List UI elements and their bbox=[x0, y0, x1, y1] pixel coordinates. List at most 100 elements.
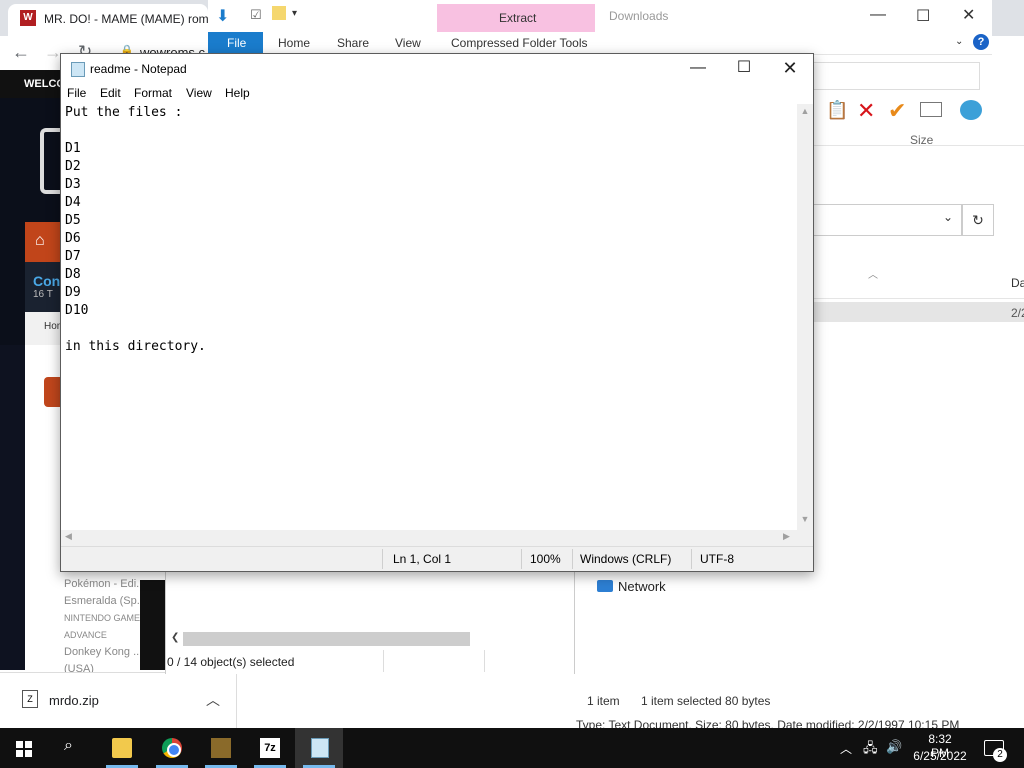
folder-icon[interactable] bbox=[272, 6, 286, 20]
info-icon[interactable] bbox=[920, 102, 942, 117]
minimize-icon[interactable]: — bbox=[675, 54, 721, 82]
start-button[interactable] bbox=[0, 728, 48, 768]
horizontal-scrollbar[interactable]: ◀ ▶ bbox=[61, 530, 797, 546]
notepad-text-area[interactable]: Put the files : D1 D2 D3 D4 D5 D6 D7 D8 … bbox=[61, 104, 797, 530]
related-item: NINTENDO GAME... bbox=[64, 613, 148, 623]
maximize-icon[interactable]: ☐ bbox=[916, 6, 930, 26]
explorer-search-box[interactable] bbox=[812, 62, 980, 90]
download-arrow-icon[interactable]: ⬇ bbox=[216, 6, 229, 26]
taskbar-dosbox[interactable] bbox=[197, 728, 245, 768]
site-favicon-icon: W bbox=[20, 10, 36, 26]
delete-icon[interactable]: ✕ bbox=[857, 98, 875, 124]
related-item[interactable]: Esmeralda (Sp... bbox=[64, 593, 148, 610]
status-item-count: 1 item bbox=[587, 694, 620, 708]
sort-ascending-icon: ︿ bbox=[868, 270, 878, 281]
scroll-left-icon[interactable]: ❮ bbox=[171, 632, 179, 643]
zip-file-icon: Z bbox=[22, 690, 38, 708]
network-tray-icon[interactable]: 🖧 bbox=[863, 739, 878, 761]
console-subtitle: 16 T bbox=[33, 289, 53, 300]
archive-toolbar: 📋 ✕ ✔ bbox=[812, 96, 992, 130]
menu-view[interactable]: View bbox=[186, 86, 212, 100]
taskbar-file-explorer[interactable] bbox=[98, 728, 146, 768]
explorer-window-title: Downloads bbox=[609, 9, 669, 23]
scroll-right-icon[interactable]: ▶ bbox=[783, 531, 790, 542]
status-divider bbox=[691, 549, 692, 569]
address-bar[interactable] bbox=[812, 204, 962, 236]
banner-text: WELCO bbox=[24, 78, 65, 90]
close-icon[interactable]: ✕ bbox=[962, 5, 975, 25]
file-explorer-icon bbox=[112, 738, 132, 758]
dosbox-icon bbox=[211, 738, 231, 758]
chevron-up-icon[interactable]: ︿ bbox=[206, 690, 220, 710]
related-item[interactable]: Donkey Kong ... bbox=[64, 644, 148, 661]
status-line-ending: Windows (CRLF) bbox=[580, 552, 672, 566]
help-icon[interactable]: ? bbox=[973, 34, 989, 50]
ribbon-tab-compressed-folder-tools[interactable]: Compressed Folder Tools bbox=[451, 36, 588, 50]
status-divider bbox=[382, 549, 383, 569]
network-icon bbox=[597, 580, 613, 592]
menu-file[interactable]: File bbox=[67, 86, 86, 100]
checkmark-icon[interactable]: ✔ bbox=[888, 98, 906, 124]
scroll-down-icon[interactable]: ▼ bbox=[797, 514, 813, 524]
ribbon-tab-home[interactable]: Home bbox=[278, 36, 310, 50]
ribbon-expand-icon[interactable]: ⌄ bbox=[955, 36, 963, 47]
related-item[interactable]: Pokémon - Edi... bbox=[64, 576, 148, 593]
ribbon-file-label[interactable]: File bbox=[227, 36, 246, 50]
status-selection: 1 item selected 80 bytes bbox=[641, 694, 771, 708]
menu-edit[interactable]: Edit bbox=[100, 86, 121, 100]
chevron-up-icon[interactable]: ︿ bbox=[840, 740, 852, 757]
notepad-icon bbox=[71, 62, 85, 77]
volume-icon[interactable]: 🔊 bbox=[886, 739, 902, 755]
clock-date[interactable]: 6/25/2022 bbox=[911, 749, 969, 763]
status-divider bbox=[484, 650, 485, 672]
column-header-date[interactable]: Da bbox=[1011, 276, 1024, 290]
notepad-title: readme - Notepad bbox=[90, 62, 187, 76]
search-button[interactable]: ⌕ bbox=[48, 728, 96, 768]
status-divider bbox=[383, 650, 384, 672]
ribbon-tab-view[interactable]: View bbox=[395, 36, 421, 50]
maximize-icon[interactable]: ☐ bbox=[721, 54, 767, 82]
scroll-up-icon[interactable]: ▲ bbox=[797, 106, 813, 116]
back-arrow-icon[interactable]: ← bbox=[12, 42, 30, 63]
browser-tab-title: MR. DO! - MAME (MAME) rom bbox=[44, 12, 209, 26]
site-home-button[interactable]: ⌂ bbox=[25, 222, 65, 262]
notepad-titlebar[interactable]: readme - Notepad — ☐ ✕ bbox=[61, 54, 813, 82]
file-row-date: 2/2 bbox=[1011, 306, 1024, 320]
console-title: Con bbox=[33, 273, 61, 289]
site-dark-panel bbox=[140, 580, 165, 670]
notepad-statusbar: Ln 1, Col 1 100% Windows (CRLF) UTF-8 bbox=[61, 546, 813, 571]
taskbar-7zip[interactable]: 7z bbox=[246, 728, 294, 768]
site-left-strip bbox=[0, 345, 25, 670]
close-icon[interactable]: ✕ bbox=[767, 54, 813, 82]
dropdown-arrow-icon[interactable]: ▾ bbox=[292, 8, 297, 19]
notepad-window: readme - Notepad — ☐ ✕ File Edit Format … bbox=[60, 53, 814, 572]
shell-icon[interactable] bbox=[960, 100, 982, 120]
file-list-header bbox=[812, 270, 1024, 299]
status-zoom: 100% bbox=[530, 552, 561, 566]
notepad-text-content[interactable]: Put the files : D1 D2 D3 D4 D5 D6 D7 D8 … bbox=[65, 104, 206, 356]
taskbar-notepad[interactable] bbox=[295, 728, 343, 768]
taskbar-chrome[interactable] bbox=[148, 728, 196, 768]
archive-status: 0 / 14 object(s) selected bbox=[167, 655, 295, 669]
notepad-menubar: File Edit Format View Help bbox=[61, 82, 813, 104]
scroll-left-icon[interactable]: ◀ bbox=[65, 531, 72, 542]
file-row-selected[interactable] bbox=[812, 302, 1024, 322]
vertical-scrollbar[interactable]: ▲ ▼ bbox=[797, 104, 813, 530]
minimize-icon[interactable]: — bbox=[870, 6, 886, 24]
explorer-ribbon-tabs bbox=[208, 32, 992, 55]
refresh-icon[interactable]: ↻ bbox=[962, 204, 994, 236]
nav-item-network[interactable]: Network bbox=[618, 579, 666, 594]
horizontal-scrollbar-thumb[interactable] bbox=[183, 632, 470, 646]
properties-icon[interactable]: ☑ bbox=[250, 7, 262, 23]
notepad-icon bbox=[311, 738, 329, 758]
menu-help[interactable]: Help bbox=[225, 86, 250, 100]
scrollbar-corner bbox=[797, 530, 813, 546]
clipboard-icon[interactable]: 📋 bbox=[826, 100, 848, 121]
windows-logo-icon bbox=[16, 741, 23, 748]
ribbon-tab-share[interactable]: Share bbox=[337, 36, 369, 50]
status-cursor-position: Ln 1, Col 1 bbox=[393, 552, 452, 566]
status-divider bbox=[572, 549, 573, 569]
menu-format[interactable]: Format bbox=[134, 86, 172, 100]
chevron-down-icon[interactable]: ⌄ bbox=[943, 210, 953, 224]
download-filename[interactable]: mrdo.zip bbox=[49, 693, 99, 708]
